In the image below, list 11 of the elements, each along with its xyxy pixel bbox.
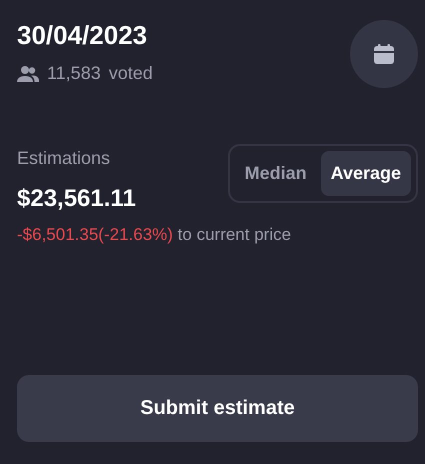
estimations-label: Estimations bbox=[17, 148, 112, 169]
mode-tab[interactable]: Average bbox=[320, 151, 411, 196]
users-icon bbox=[17, 66, 39, 82]
mode-tab[interactable]: Median bbox=[234, 151, 317, 196]
estimate-value: $23,561.11 bbox=[17, 185, 136, 213]
date-heading: 30/04/2023 bbox=[17, 20, 148, 51]
voter-count: 11,583 bbox=[47, 63, 101, 84]
price-difference-text: -$6,501.35(-21.63%) to current price bbox=[17, 225, 292, 245]
calendar-icon bbox=[373, 43, 395, 65]
submit-button[interactable]: Submit estimate bbox=[17, 375, 418, 442]
voted-label: voted bbox=[108, 63, 153, 84]
